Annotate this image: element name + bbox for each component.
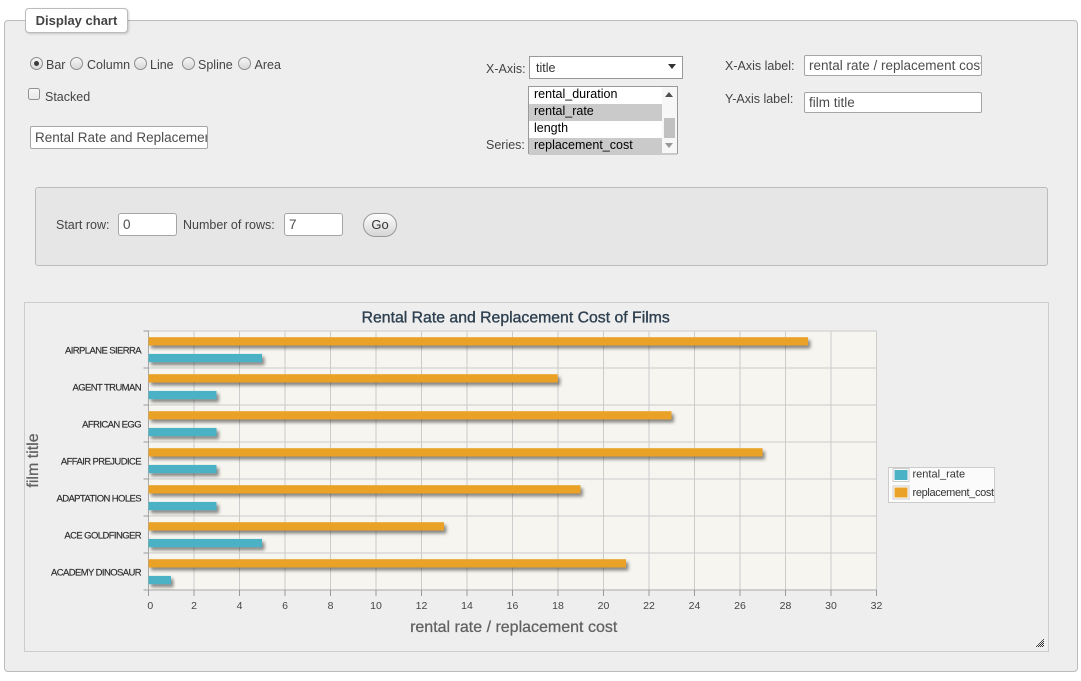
svg-text:30: 30 (825, 600, 837, 612)
svg-text:AGENT TRUMAN: AGENT TRUMAN (73, 383, 142, 394)
svg-text:AFRICAN EGG: AFRICAN EGG (82, 420, 141, 431)
svg-text:AFFAIR PREJUDICE: AFFAIR PREJUDICE (61, 457, 141, 468)
svg-text:ACADEMY DINOSAUR: ACADEMY DINOSAUR (51, 568, 142, 579)
svg-text:replacement_cost: replacement_cost (913, 487, 995, 499)
svg-text:20: 20 (598, 600, 610, 612)
svg-text:4: 4 (237, 600, 243, 612)
svg-text:ADAPTATION HOLES: ADAPTATION HOLES (56, 494, 141, 505)
svg-text:rental_rate: rental_rate (913, 469, 966, 481)
svg-text:ACE GOLDFINGER: ACE GOLDFINGER (64, 531, 141, 542)
svg-text:32: 32 (871, 600, 883, 612)
svg-text:0: 0 (147, 600, 153, 612)
svg-text:film title: film title (25, 433, 42, 487)
svg-text:18: 18 (552, 600, 564, 612)
svg-text:AIRPLANE SIERRA: AIRPLANE SIERRA (65, 346, 142, 357)
svg-text:24: 24 (689, 600, 701, 612)
svg-text:12: 12 (416, 600, 428, 612)
svg-text:22: 22 (643, 600, 655, 612)
svg-text:8: 8 (328, 600, 334, 612)
svg-text:28: 28 (780, 600, 792, 612)
svg-text:6: 6 (282, 600, 288, 612)
svg-text:10: 10 (370, 600, 382, 612)
svg-text:16: 16 (507, 600, 519, 612)
svg-text:26: 26 (734, 600, 746, 612)
svg-text:rental rate / replacement cost: rental rate / replacement cost (410, 619, 618, 636)
svg-text:Rental Rate and Replacement Co: Rental Rate and Replacement Cost of Film… (362, 310, 670, 327)
svg-text:2: 2 (191, 600, 197, 612)
svg-text:14: 14 (461, 600, 473, 612)
